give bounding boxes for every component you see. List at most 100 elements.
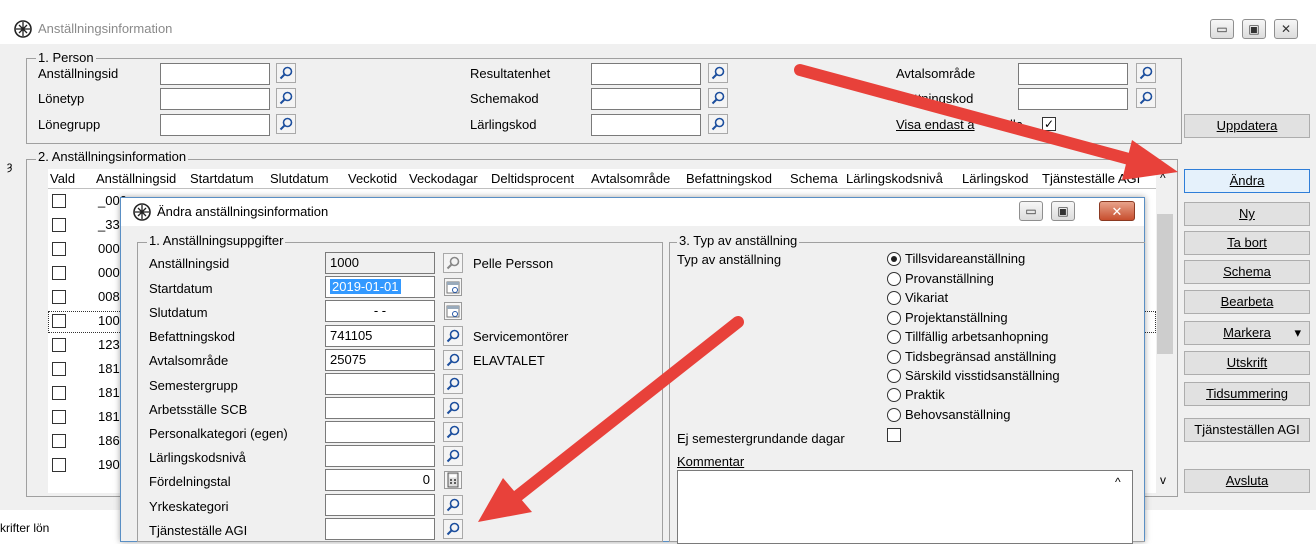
row-checkbox[interactable] [52, 194, 66, 208]
search-button[interactable] [276, 114, 296, 134]
ta-bort-button[interactable]: Ta bort [1184, 231, 1310, 255]
visa-endast-checkbox[interactable]: ✓ [1042, 117, 1056, 131]
ej-semester-checkbox[interactable] [887, 428, 901, 442]
radio-vikariat[interactable] [887, 291, 901, 305]
row-checkbox[interactable] [52, 434, 66, 448]
dlg-befattningskod-input[interactable]: 741105 [325, 325, 435, 347]
tidsummering-button[interactable]: Tidsummering [1184, 382, 1310, 406]
search-button[interactable] [443, 253, 463, 273]
utskrift-button[interactable]: Utskrift [1184, 351, 1310, 375]
uppdatera-button[interactable]: Uppdatera [1184, 114, 1310, 138]
search-button[interactable] [443, 398, 463, 418]
search-button[interactable] [443, 374, 463, 394]
radio-tillsvidare[interactable] [887, 252, 901, 266]
lonetyp-input[interactable] [160, 88, 270, 110]
search-button[interactable] [1136, 88, 1156, 108]
search-button[interactable] [708, 88, 728, 108]
col-tjanstestalle[interactable]: Tjänsteställe AGI [1042, 169, 1140, 188]
calendar-button[interactable] [444, 278, 462, 296]
radio-tillfallig[interactable] [887, 330, 901, 344]
scroll-up-icon[interactable]: ^ [1160, 171, 1166, 185]
dlg-semestergrupp-input[interactable] [325, 373, 435, 395]
calculator-button[interactable] [444, 471, 462, 489]
avsluta-button[interactable]: Avsluta [1184, 469, 1310, 493]
scroll-thumb[interactable] [1157, 214, 1173, 354]
dlg-avtalsomrade-input[interactable]: 25075 [325, 349, 435, 371]
person-group-label: 1. Person [36, 50, 96, 65]
avtalsomrade-input[interactable] [1018, 63, 1128, 85]
search-button[interactable] [708, 114, 728, 134]
dlg-arbetsstalle-input[interactable] [325, 397, 435, 419]
dlg-fordelningstal-input[interactable]: 0 [325, 469, 435, 491]
col-deltidsprocent[interactable]: Deltidsprocent [491, 169, 574, 188]
dlg-anstallningsid-input[interactable]: 1000 [325, 252, 435, 274]
radio-behov[interactable] [887, 408, 901, 422]
resultatenhet-input[interactable] [591, 63, 701, 85]
col-startdatum[interactable]: Startdatum [190, 169, 254, 188]
dlg-yrkeskategori-input[interactable] [325, 494, 435, 516]
befattningskod-input[interactable] [1018, 88, 1128, 110]
col-anstallningsid[interactable]: Anställningsid [96, 169, 176, 188]
row-checkbox[interactable] [52, 338, 66, 352]
tjanstestallen-agi-button[interactable]: Tjänsteställen AGI [1184, 418, 1310, 442]
markera-button[interactable]: Markera ▾ [1184, 321, 1310, 345]
row-checkbox[interactable] [52, 218, 66, 232]
search-button[interactable] [708, 63, 728, 83]
row-checkbox[interactable] [52, 290, 66, 304]
search-button[interactable] [443, 495, 463, 515]
radio-provanstallning[interactable] [887, 272, 901, 286]
row-checkbox[interactable] [52, 386, 66, 400]
kommentar-scroll-up-icon[interactable]: ^ [1115, 474, 1121, 490]
dlg-personalkategori-input[interactable] [325, 421, 435, 443]
dlg-larlingskodsniva-input[interactable] [325, 445, 435, 467]
ny-button[interactable]: Ny [1184, 202, 1310, 226]
search-button[interactable] [443, 519, 463, 539]
kommentar-textarea[interactable] [677, 470, 1133, 544]
col-befattningskod[interactable]: Befattningskod [686, 169, 772, 188]
dialog-minimize-button[interactable]: ▭ [1019, 201, 1043, 221]
col-vald[interactable]: Vald [50, 169, 75, 188]
grid-scrollbar[interactable]: ^ v [1156, 169, 1174, 493]
search-button[interactable] [276, 88, 296, 108]
dlg-tjanstestalle-input[interactable] [325, 518, 435, 540]
scroll-down-icon[interactable]: v [1160, 473, 1166, 487]
radio-sarskild[interactable] [887, 369, 901, 383]
search-button[interactable] [443, 350, 463, 370]
schema-button[interactable]: Schema [1184, 260, 1310, 284]
row-checkbox[interactable] [52, 314, 66, 328]
maximize-button[interactable]: ▣ [1242, 19, 1266, 39]
row-checkbox[interactable] [52, 410, 66, 424]
col-larlingskodsniva[interactable]: Lärlingskodsnivå [846, 169, 943, 188]
search-button[interactable] [1136, 63, 1156, 83]
row-checkbox[interactable] [52, 458, 66, 472]
col-larlingskod[interactable]: Lärlingskod [962, 169, 1029, 188]
calendar-button[interactable] [444, 302, 462, 320]
schemakod-input[interactable] [591, 88, 701, 110]
dlg-startdatum-input[interactable]: 2019-01-01 [325, 276, 435, 298]
col-schema[interactable]: Schema [790, 169, 838, 188]
minimize-button[interactable]: ▭ [1210, 19, 1234, 39]
col-avtalsomrade[interactable]: Avtalsområde [591, 169, 670, 188]
dialog-maximize-button[interactable]: ▣ [1051, 201, 1075, 221]
andra-button[interactable]: Ändra [1184, 169, 1310, 193]
larlingskod-input[interactable] [591, 114, 701, 136]
search-button[interactable] [443, 446, 463, 466]
search-button[interactable] [276, 63, 296, 83]
row-checkbox[interactable] [52, 266, 66, 280]
radio-praktik[interactable] [887, 388, 901, 402]
search-button[interactable] [443, 422, 463, 442]
row-checkbox[interactable] [52, 242, 66, 256]
col-slutdatum[interactable]: Slutdatum [270, 169, 329, 188]
col-veckotid[interactable]: Veckotid [348, 169, 397, 188]
row-checkbox[interactable] [52, 362, 66, 376]
lonegrupp-input[interactable] [160, 114, 270, 136]
radio-tidsbegransad[interactable] [887, 350, 901, 364]
dlg-slutdatum-input[interactable]: - - [325, 300, 435, 322]
search-button[interactable] [443, 326, 463, 346]
anstallningsid-input[interactable] [160, 63, 270, 85]
bearbeta-button[interactable]: Bearbeta [1184, 290, 1310, 314]
dialog-close-button[interactable]: ✕ [1099, 201, 1135, 221]
radio-projekt[interactable] [887, 311, 901, 325]
col-veckodagar[interactable]: Veckodagar [409, 169, 478, 188]
close-button[interactable]: ✕ [1274, 19, 1298, 39]
